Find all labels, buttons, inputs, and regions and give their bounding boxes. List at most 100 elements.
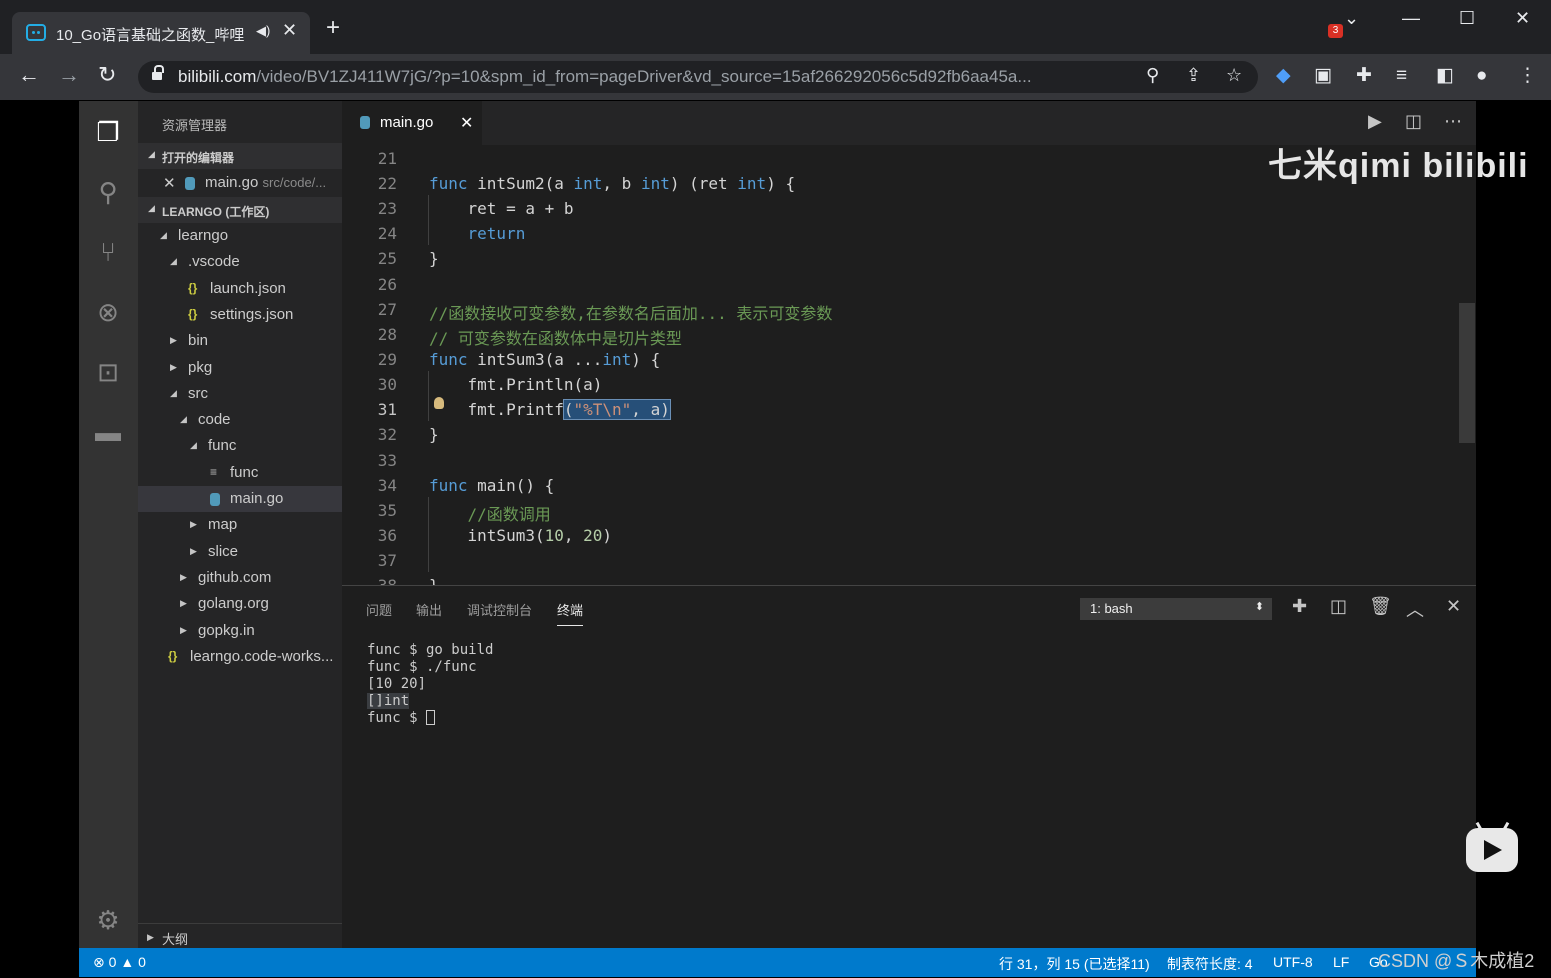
extension-video-icon[interactable]: ▣ [1314, 66, 1332, 85]
collapse-triangle-icon: ◢ [148, 203, 155, 213]
browser-toolbar: ← → ↻ bilibili.com/video/BV1ZJ411W7jG/?p… [0, 54, 1551, 100]
maximize-panel-icon[interactable]: ︿ [1406, 596, 1424, 622]
code-editor[interactable]: 21 22 func intSum2(a int, b int) (ret int… [342, 145, 1476, 585]
tree-item[interactable]: ◢ func [138, 433, 342, 459]
side-panel-icon[interactable]: ◧ [1436, 66, 1454, 85]
maximize-window-button[interactable]: ☐ [1459, 8, 1475, 29]
tree-item[interactable]: {} launch.json [138, 276, 342, 302]
url-text[interactable]: bilibili.com/video/BV1ZJ411W7jG/?p=10&sp… [178, 67, 1138, 87]
open-editor-item[interactable]: ✕ main.go src/code/... [138, 170, 342, 196]
back-arrow-icon[interactable]: ← [18, 64, 40, 86]
text-file-icon: ≡ [210, 464, 218, 479]
cursor-position[interactable]: 行 31，列 15 (已选择11) [999, 954, 1150, 974]
expand-triangle-icon: ▶ [180, 624, 187, 635]
open-editors-header[interactable]: ◢ 打开的编辑器 [138, 143, 342, 169]
code-line: 29 func intSum3(a ...int) { [377, 350, 661, 369]
explorer-files-icon[interactable]: ❐ [93, 117, 123, 147]
bookmark-star-icon[interactable]: ☆ [1226, 65, 1242, 86]
close-window-button[interactable]: ✕ [1515, 8, 1530, 29]
search-icon[interactable]: ⚲ [93, 177, 123, 207]
tree-item[interactable]: ◢ code [138, 407, 342, 433]
split-terminal-icon[interactable]: ◫ [1330, 596, 1347, 617]
go-file-icon [210, 493, 220, 506]
profile-avatar-icon[interactable]: ● [1476, 66, 1487, 85]
more-actions-icon[interactable]: ⋯ [1444, 111, 1462, 132]
editor-scrollbar[interactable] [1459, 303, 1475, 443]
bilibili-play-icon[interactable] [1466, 828, 1518, 872]
tree-item[interactable]: ▶ pkg [138, 355, 342, 381]
terminal-cursor [426, 710, 436, 725]
folder-icon[interactable]: ▬ [93, 417, 123, 447]
tab-debug-console[interactable]: 调试控制台 [467, 600, 532, 619]
expand-triangle-icon: ▶ [180, 598, 187, 609]
tab-search-chevron-icon[interactable]: ⌄ [1344, 8, 1359, 29]
go-file-icon [185, 177, 195, 190]
close-panel-icon[interactable]: ✕ [1446, 596, 1461, 617]
tree-item[interactable]: ◢ learngo [138, 223, 342, 249]
tab-size[interactable]: 制表符长度: 4 [1167, 954, 1253, 974]
activity-bar: ❐ ⚲ ⑂ ⊗ ⊡ ▬ ⚙ [79, 101, 138, 948]
select-arrows-icon: ⬍ [1254, 601, 1264, 613]
code-line: 25} [377, 249, 439, 268]
debug-icon[interactable]: ⊗ [93, 297, 123, 327]
tab-close-icon[interactable]: ✕ [282, 20, 297, 41]
tree-item[interactable]: ≡ func [138, 460, 342, 486]
problems-status[interactable]: ⊗ 0 ▲ 0 [93, 954, 146, 971]
tree-item[interactable]: main.go [138, 486, 342, 512]
tab-problems[interactable]: 问题 [366, 600, 392, 619]
tree-item[interactable]: ◢ .vscode [138, 249, 342, 275]
zoom-icon[interactable]: ⚲ [1146, 65, 1159, 86]
sidebar-title: 资源管理器 [162, 118, 228, 133]
code-line: 38} [342, 576, 1442, 585]
minimize-window-button[interactable]: — [1402, 8, 1420, 29]
new-terminal-icon[interactable]: ✚ [1292, 596, 1307, 617]
source-control-icon[interactable]: ⑂ [93, 237, 123, 267]
tab-terminal[interactable]: 终端 [557, 600, 584, 626]
tab-main-go[interactable]: main.go ✕ [342, 101, 482, 145]
line-ending[interactable]: LF [1333, 954, 1349, 970]
tree-item[interactable]: ◢ src [138, 381, 342, 407]
lock-icon[interactable] [152, 65, 164, 81]
split-editor-icon[interactable]: ◫ [1405, 111, 1422, 132]
extension-badge: 3 [1328, 24, 1343, 38]
outline-header[interactable]: ▶ 大纲 [138, 923, 342, 949]
workspace-header[interactable]: ◢ LEARNGO (工作区) [138, 197, 342, 223]
address-bar[interactable]: bilibili.com/video/BV1ZJ411W7jG/?p=10&sp… [138, 61, 1258, 93]
code-line: 32} [377, 425, 439, 444]
collapse-triangle-icon: ◢ [170, 387, 177, 398]
trash-icon[interactable]: 🗑 [1369, 596, 1392, 617]
forward-arrow-icon[interactable]: → [58, 64, 80, 86]
tree-item[interactable]: {} learngo.code-works... [138, 644, 342, 670]
extensions-puzzle-icon[interactable]: ✚ [1356, 66, 1372, 85]
tree-item[interactable]: ▶ golang.org [138, 591, 342, 617]
extension-diamond-icon[interactable]: ◆ [1276, 66, 1291, 85]
new-tab-button[interactable]: + [326, 16, 340, 40]
tab-output[interactable]: 输出 [416, 600, 442, 619]
speaker-icon[interactable]: ◀) [256, 23, 270, 39]
tree-item[interactable]: ▶ github.com [138, 565, 342, 591]
extensions-icon[interactable]: ⊡ [93, 357, 123, 387]
browser-menu-icon[interactable]: ⋮ [1518, 66, 1537, 85]
collapse-triangle-icon: ◢ [170, 256, 177, 267]
collapse-triangle-icon: ◢ [180, 414, 187, 425]
expand-triangle-icon: ▶ [180, 571, 187, 582]
reload-icon[interactable]: ↻ [98, 64, 116, 86]
expand-triangle-icon: ▶ [190, 545, 197, 556]
close-icon[interactable]: ✕ [163, 174, 176, 192]
terminal-output[interactable]: func $ go build func $ ./func [10 20] []int… [367, 642, 493, 727]
tab-close-icon[interactable]: ✕ [460, 113, 473, 133]
terminal-select[interactable]: 1: bash ⬍ [1080, 598, 1272, 620]
tab-title: 10_Go语言基础之函数_哔哩 [56, 27, 245, 44]
tree-item[interactable]: {} settings.json [138, 302, 342, 328]
tree-item[interactable]: ▶ gopkg.in [138, 618, 342, 644]
settings-gear-icon[interactable]: ⚙ [93, 905, 123, 935]
tree-item[interactable]: ▶ bin [138, 328, 342, 354]
lightbulb-icon[interactable] [434, 397, 444, 409]
browser-tab[interactable]: 10_Go语言基础之函数_哔哩 ◀) ✕ [12, 12, 310, 54]
share-icon[interactable]: ⇪ [1186, 65, 1201, 86]
encoding[interactable]: UTF-8 [1273, 954, 1313, 970]
media-queue-icon[interactable]: ≡ [1396, 66, 1407, 85]
run-icon[interactable]: ▶ [1368, 111, 1382, 132]
tree-item[interactable]: ▶ map [138, 512, 342, 538]
tree-item[interactable]: ▶ slice [138, 539, 342, 565]
